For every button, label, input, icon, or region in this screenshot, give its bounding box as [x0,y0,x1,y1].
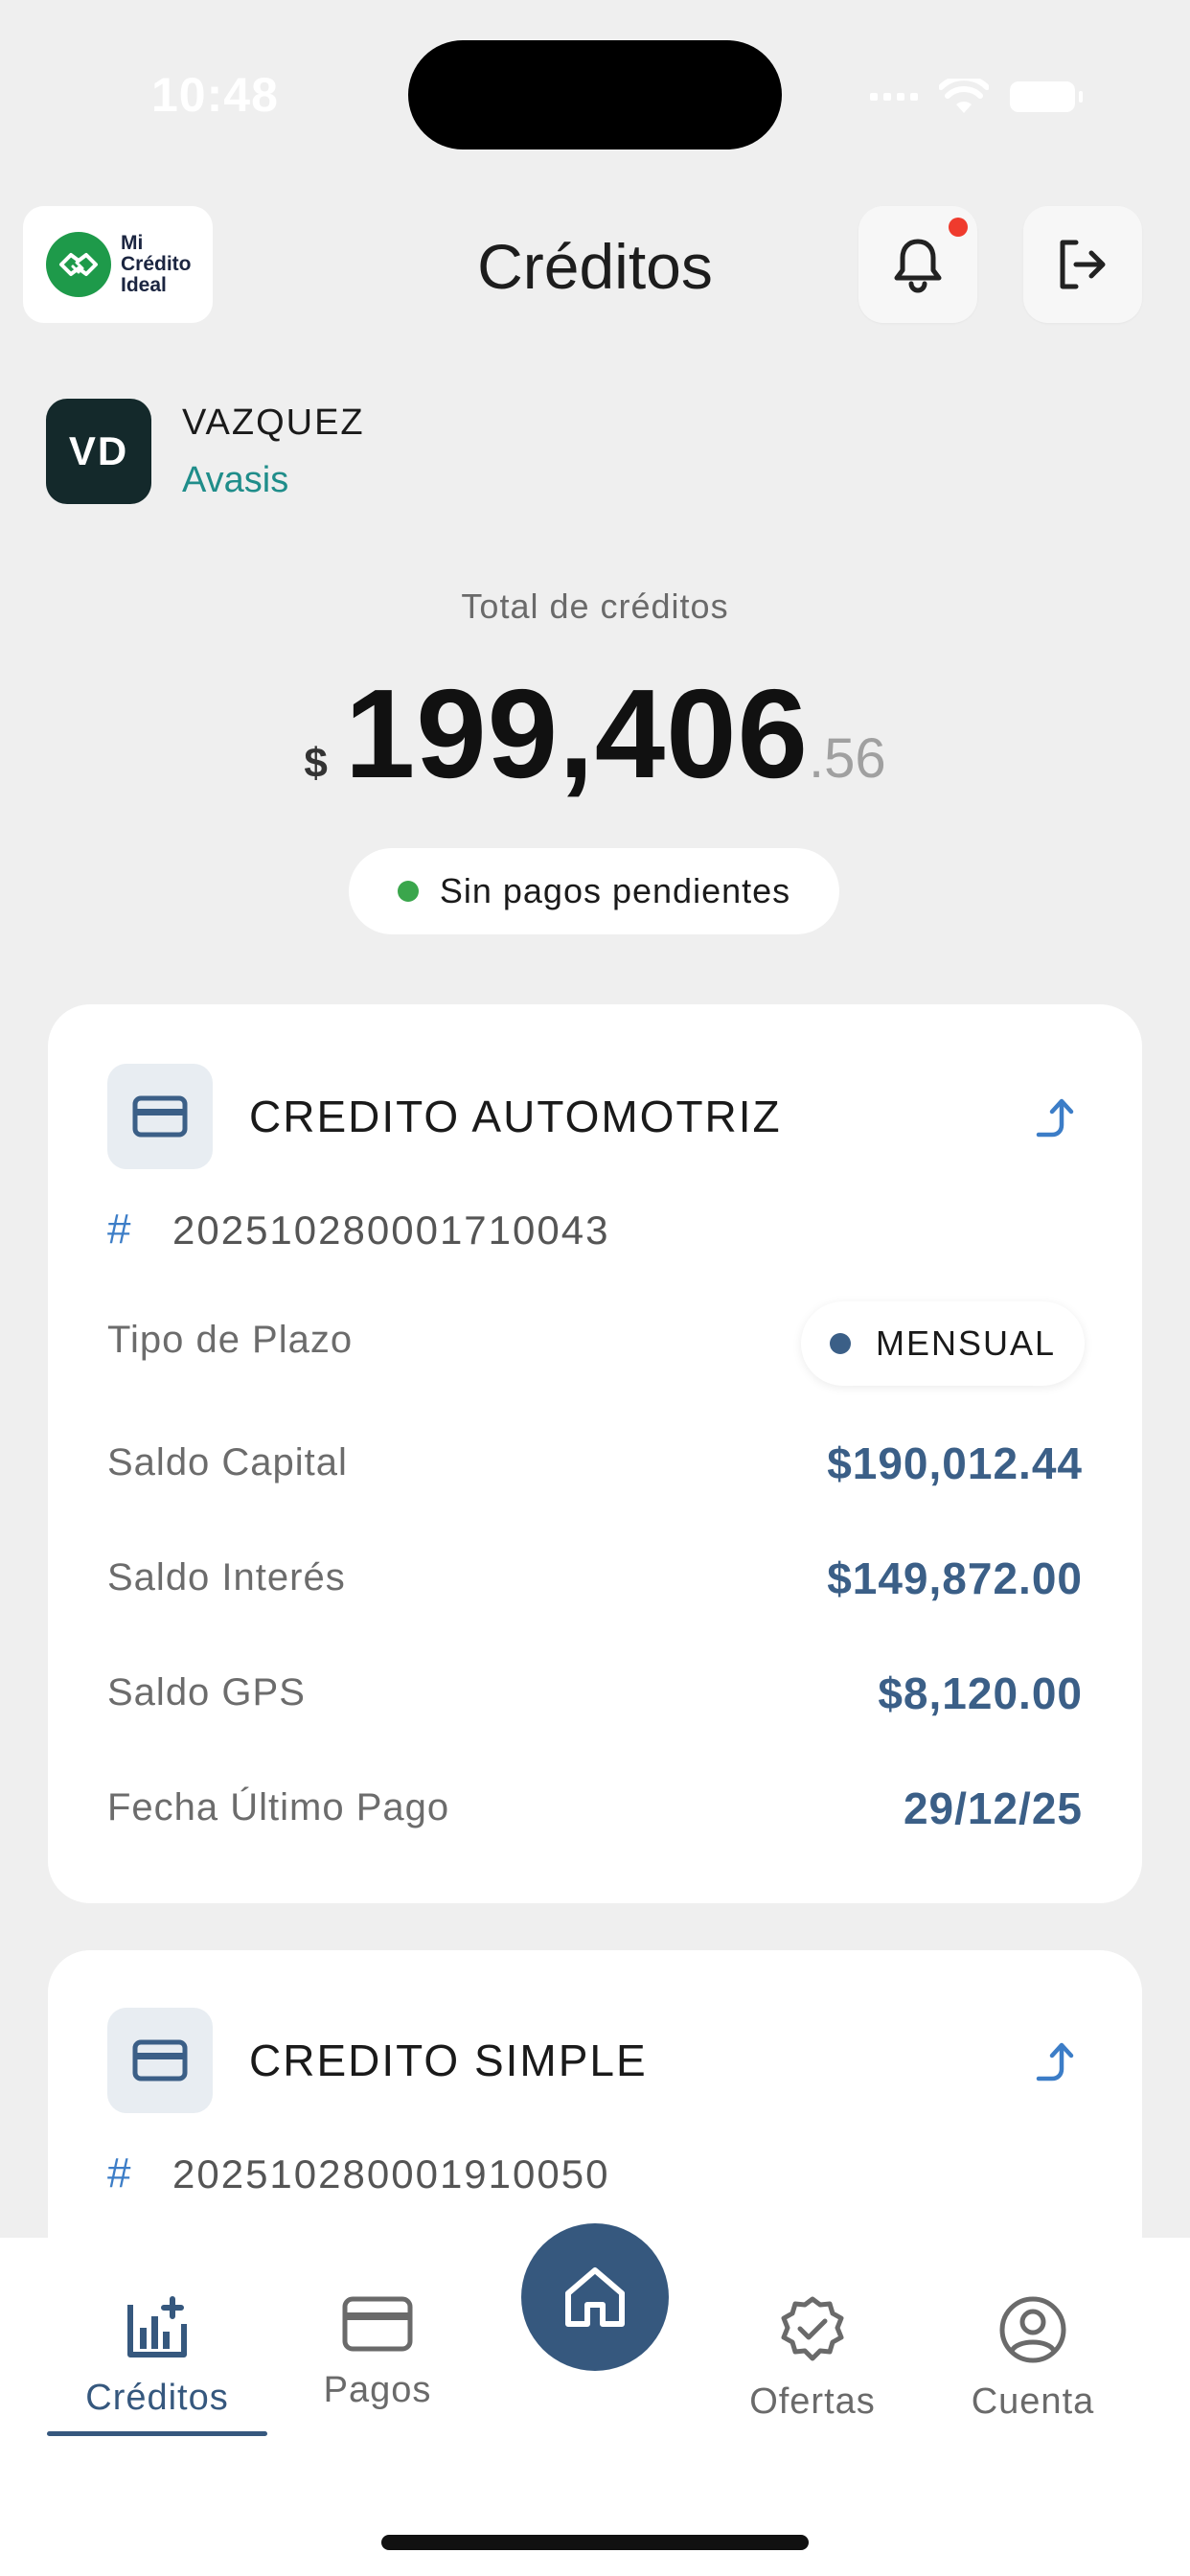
row-label-saldo-capital: Saldo Capital [107,1441,348,1484]
row-value-fecha-ultimo-pago: 29/12/25 [903,1783,1083,1833]
verified-badge-icon [781,2296,844,2361]
user-company: Avasis [182,460,289,500]
plazo-dot [829,1333,851,1354]
battery-icon [1010,81,1083,112]
signal-icon [870,93,918,101]
share-button[interactable] [1027,1089,1085,1146]
nav-pagos[interactable]: Pagos [267,2295,488,2411]
home-icon [565,2267,625,2327]
total-amount: $ 199,406 .56 [0,661,1190,806]
home-button[interactable] [521,2223,669,2371]
plazo-value: MENSUAL [875,1323,1057,1363]
total-label: Total de créditos [461,586,729,626]
wifi-icon [939,79,989,113]
row-label-saldo-interes: Saldo Interés [107,1556,346,1598]
chart-bars-icon [127,2296,187,2358]
notification-badge [949,218,968,237]
credit-card-icon [107,2008,213,2113]
hash-icon: # [107,2150,131,2196]
share-button[interactable] [1027,2033,1085,2090]
credit-number: 20251028000171004​3 [172,1208,610,1253]
nav-label: Pagos [323,2370,432,2410]
logout-button[interactable] [1023,206,1142,323]
credit-card-automotriz[interactable]: CREDITO AUTOMOTRIZ # 20251028000171004​3… [48,1004,1142,1903]
status-badge: Sin pagos pendientes [349,848,839,934]
amount-decimal: .56 [809,727,886,790]
row-value-saldo-capital: $190,012.44 [827,1438,1083,1488]
status-text: Sin pagos pendientes [439,871,791,910]
nav-cuenta[interactable]: Cuenta [923,2295,1143,2423]
notifications-button[interactable] [858,206,977,323]
credit-title: CREDITO SIMPLE [249,2036,648,2085]
status-icons [870,79,1083,115]
row-label-fecha-ultimo-pago: Fecha Último Pago [107,1786,450,1828]
home-indicator [381,2535,809,2550]
nav-creditos[interactable]: Créditos [47,2295,267,2419]
avatar: VD [46,399,151,504]
nav-ofertas[interactable]: Ofertas [702,2295,923,2423]
credit-title: CREDITO AUTOMOTRIZ [249,1092,782,1141]
plazo-label: Tipo de Plazo [107,1319,354,1361]
status-dot [397,881,419,902]
credit-card-icon [107,1064,213,1169]
logout-icon [1060,240,1106,289]
nav-label: Cuenta [971,2381,1095,2422]
currency-symbol: $ [304,740,328,787]
user-circle-icon [999,2296,1066,2363]
share-arrow-icon [1036,1098,1074,1138]
row-label-saldo-gps: Saldo GPS [107,1671,306,1714]
nav-label: Créditos [85,2378,229,2418]
hash-icon: # [107,1206,131,1253]
page-title: Créditos [477,231,713,302]
bell-icon [894,239,942,293]
plazo-badge: MENSUAL [801,1301,1085,1386]
nav-underline [47,2431,267,2436]
credit-number: 202510280001910050 [172,2151,610,2196]
user-name: VAZQUEZ [182,402,365,443]
row-value-saldo-gps: $8,120.00 [878,1668,1083,1718]
card-icon [342,2296,413,2352]
share-arrow-icon [1036,2042,1074,2082]
nav-label: Ofertas [749,2381,876,2422]
row-value-saldo-interes: $149,872.00 [827,1553,1083,1603]
status-time: 10:48 [151,68,279,122]
amount-integer: 199,406 [344,663,809,804]
dynamic-island [408,40,782,150]
